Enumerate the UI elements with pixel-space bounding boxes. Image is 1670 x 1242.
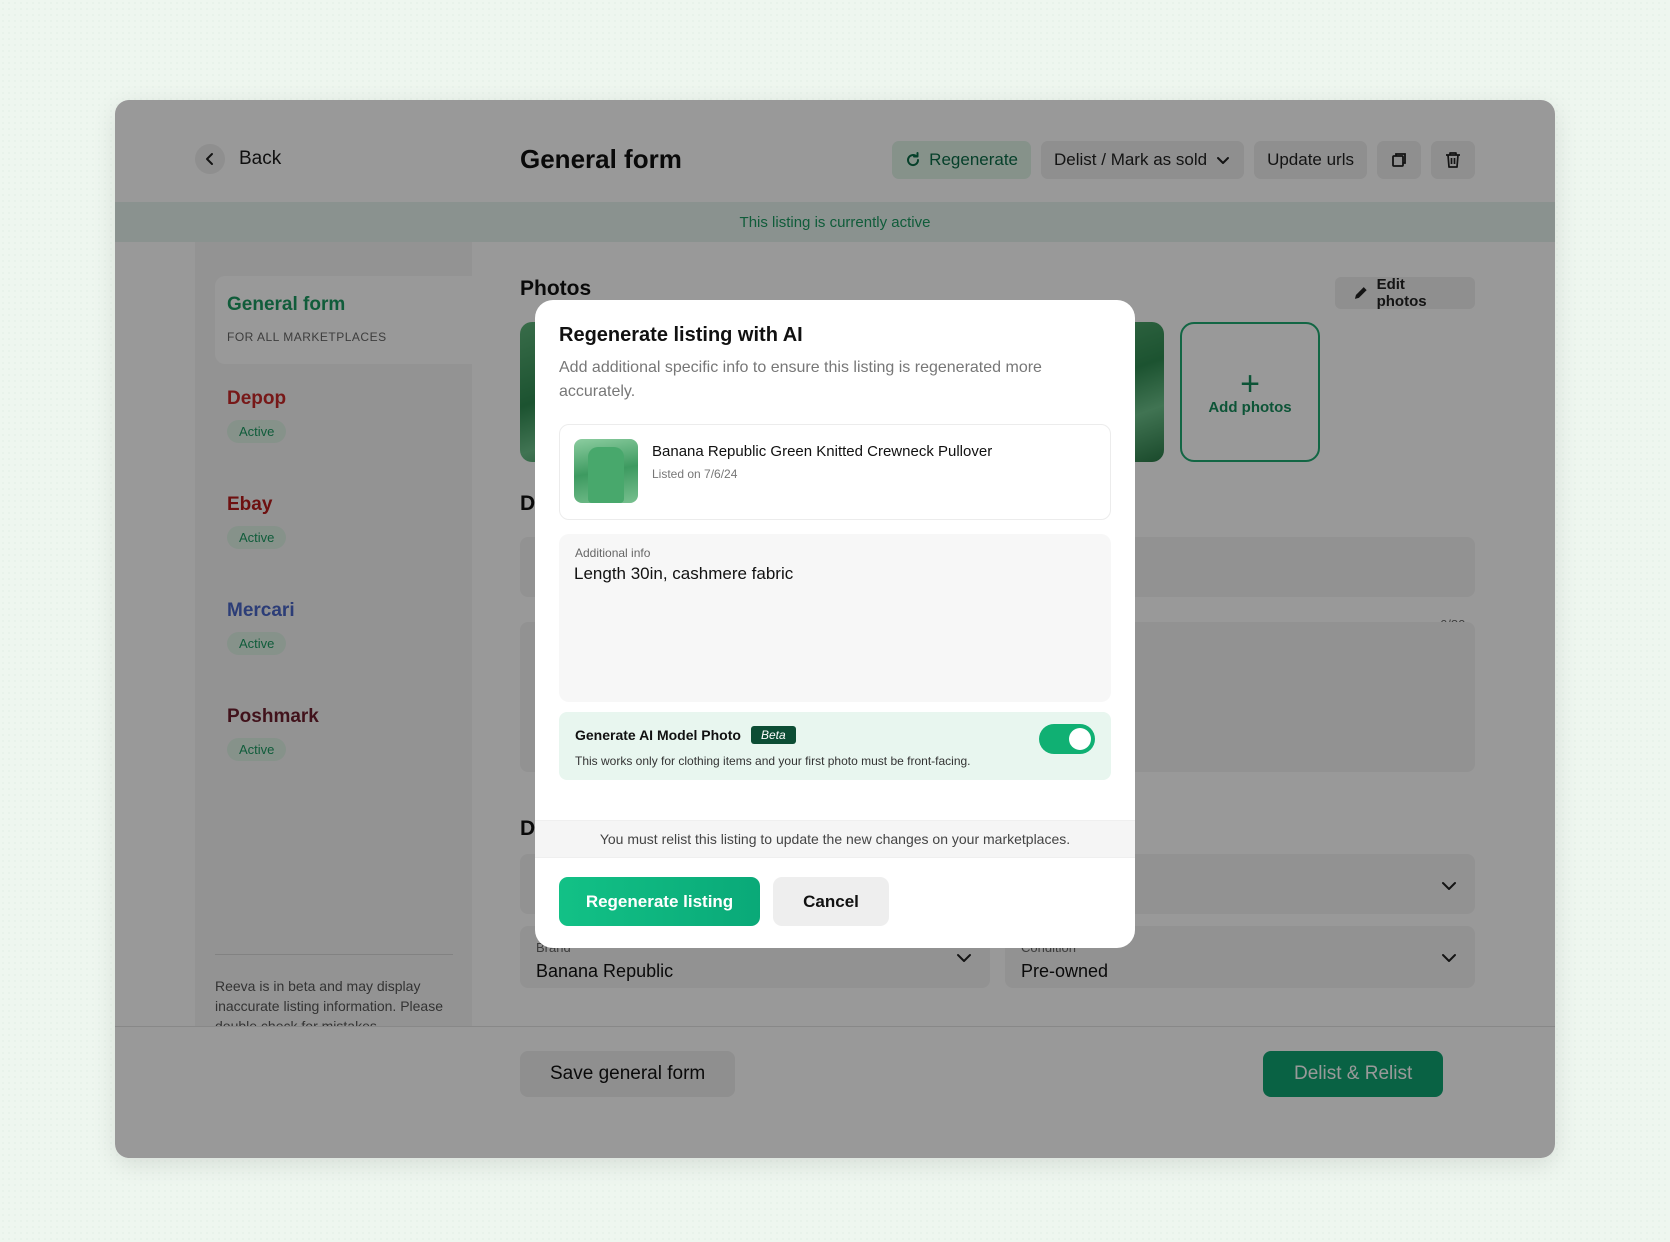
regenerate-listing-button[interactable]: Regenerate listing (559, 877, 760, 926)
additional-info-textarea[interactable]: Additional info Length 30in, cashmere fa… (559, 534, 1111, 702)
relist-notice: You must relist this listing to update t… (535, 820, 1135, 858)
listing-card: Banana Republic Green Knitted Crewneck P… (559, 424, 1111, 520)
beta-badge: Beta (750, 726, 796, 744)
toggle-knob (1069, 728, 1091, 750)
listing-date: Listed on 7/6/24 (652, 467, 738, 481)
ai-model-photo-title: Generate AI Model Photo Beta (575, 726, 796, 744)
ai-model-photo-toggle[interactable] (1039, 724, 1095, 754)
listing-thumbnail (574, 439, 638, 503)
regenerate-modal: Regenerate listing with AI Add additiona… (535, 300, 1135, 948)
ai-model-photo-description: This works only for clothing items and y… (575, 754, 971, 768)
ai-model-photo-label: Generate AI Model Photo (575, 727, 741, 743)
ai-model-photo-option: Generate AI Model Photo Beta This works … (559, 712, 1111, 780)
cancel-button[interactable]: Cancel (773, 877, 889, 926)
listing-title: Banana Republic Green Knitted Crewneck P… (652, 443, 993, 460)
modal-title: Regenerate listing with AI (559, 324, 803, 346)
additional-info-label: Additional info (575, 546, 651, 560)
additional-info-value: Length 30in, cashmere fabric (574, 564, 794, 583)
modal-description: Add additional specific info to ensure t… (559, 359, 1042, 400)
